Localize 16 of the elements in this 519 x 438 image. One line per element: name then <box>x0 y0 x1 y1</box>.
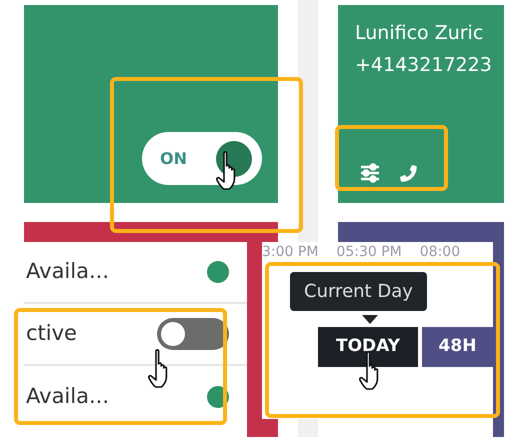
tooltip: Current Day <box>290 272 427 311</box>
time-label: 3:00 PM <box>262 243 318 262</box>
status-label: ctive <box>26 320 77 348</box>
tooltip-arrow <box>362 315 378 324</box>
status-label: Availa... <box>26 258 109 286</box>
phone-number: +4143217223 <box>355 53 493 78</box>
filter-icon <box>360 163 380 183</box>
toggle-switch[interactable] <box>157 318 229 350</box>
range-button[interactable]: TODAY <box>318 327 418 367</box>
time-label: 05:30 PM <box>336 243 402 262</box>
phone-icon <box>398 163 418 183</box>
contact-name: Lunifico Zuric <box>355 21 484 46</box>
time-label: 08:00 <box>420 243 460 262</box>
toggle-switch[interactable]: ON <box>142 132 262 185</box>
status-label: Availa... <box>26 383 109 410</box>
range-button[interactable]: 48H <box>422 327 493 367</box>
